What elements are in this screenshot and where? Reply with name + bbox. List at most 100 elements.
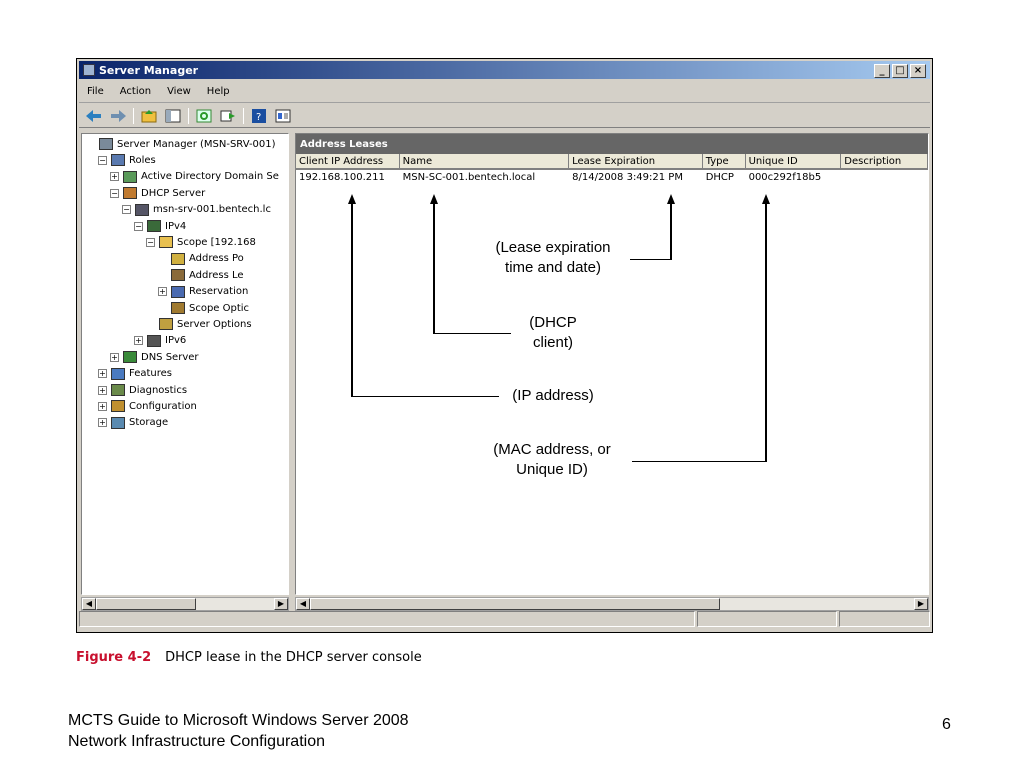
tree-item[interactable]: Scope Optic (158, 300, 249, 316)
scope-options-icon (171, 302, 185, 314)
client-callout-line2: client) (532, 334, 573, 351)
menu-view[interactable]: View (159, 86, 199, 97)
address-pool-icon (171, 252, 185, 265)
expand-icon[interactable]: + (98, 369, 107, 379)
forward-arrow-icon[interactable] (109, 108, 127, 124)
collapse-icon[interactable]: − (98, 155, 107, 165)
scroll-thumb[interactable] (310, 598, 720, 610)
tree-item[interactable]: − msn-srv-001.bentech.lc (122, 202, 271, 218)
tree-item[interactable]: − DHCP Server (110, 185, 205, 201)
tree-item-label: Active Directory Domain Se (141, 171, 279, 183)
scroll-right-button[interactable]: ▶ (274, 598, 288, 610)
minimize-button[interactable]: _ (874, 64, 890, 78)
tree-item-label: Storage (129, 417, 169, 429)
tree-item[interactable]: − Roles (98, 152, 156, 168)
table-row[interactable]: 192.168.100.211 MSN-SC-001.bentech.local… (296, 170, 928, 186)
tree-item[interactable]: + Reservation (158, 284, 248, 300)
storage-icon (111, 416, 125, 429)
status-panel-3 (839, 611, 930, 627)
tree-item[interactable]: Address Le (158, 267, 244, 283)
tree-item[interactable]: − IPv4 (134, 218, 186, 234)
tree-item[interactable]: + Configuration (98, 398, 197, 414)
tree-item[interactable]: + DNS Server (110, 349, 199, 365)
column-type[interactable]: Type (702, 154, 746, 169)
export-icon[interactable] (219, 108, 237, 124)
tree-item-label: Features (129, 368, 172, 380)
client-pointer-horizontal (433, 333, 511, 334)
column-headers: Client IP Address Name Lease Expiration … (296, 154, 928, 170)
console-tree: Server Manager (MSN-SRV-001) − Roles + Activ… (81, 133, 289, 595)
maximize-button[interactable]: □ (892, 64, 908, 78)
expand-icon[interactable]: + (98, 401, 107, 411)
cell-description (841, 170, 928, 186)
lease-arrowhead (667, 194, 675, 204)
mac-pointer-vertical (765, 204, 767, 462)
page-number: 6 (942, 716, 951, 733)
mac-arrowhead (762, 194, 770, 204)
footer-line1: MCTS Guide to Microsoft Windows Server 2… (68, 712, 409, 729)
tree-item[interactable]: Server Options (146, 316, 252, 332)
expand-icon[interactable]: + (158, 287, 167, 297)
menu-action[interactable]: Action (112, 86, 159, 97)
column-name[interactable]: Name (399, 154, 570, 169)
details-horizontal-scrollbar[interactable]: ◀ ▶ (295, 597, 929, 611)
menu-file[interactable]: File (79, 86, 112, 97)
client-pointer-vertical (433, 204, 435, 334)
properties-icon[interactable] (274, 108, 292, 124)
column-lease-expiration[interactable]: Lease Expiration (569, 154, 703, 169)
tree-item-label: Scope [192.168 (177, 236, 256, 248)
back-arrow-icon[interactable] (85, 108, 103, 124)
refresh-icon[interactable] (195, 108, 213, 124)
close-button[interactable]: × (910, 64, 926, 78)
menu-help[interactable]: Help (199, 86, 238, 97)
tree-item[interactable]: − Scope [192.168 (146, 234, 256, 250)
status-bar (79, 611, 930, 629)
tree-horizontal-scrollbar[interactable]: ◀ ▶ (81, 597, 289, 611)
tree-item[interactable]: + Features (98, 366, 172, 382)
help-icon[interactable]: ? (250, 108, 268, 124)
tree-item-label: Roles (129, 154, 156, 166)
lease-pointer-horizontal (630, 259, 672, 260)
server-node-icon (135, 203, 149, 216)
tree-item[interactable]: + Storage (98, 415, 168, 431)
dhcp-icon (123, 187, 137, 200)
ip-callout: (IP address) (503, 386, 603, 406)
collapse-icon[interactable]: − (122, 205, 131, 215)
details-pane: Address Leases Client IP Address Name Le… (295, 133, 929, 595)
title-bar[interactable]: Server Manager _ □ × (79, 61, 930, 79)
expand-icon[interactable]: + (134, 336, 143, 346)
toolbar-separator (243, 107, 244, 124)
ad-icon (123, 170, 137, 183)
footer-line2: Network Infrastructure Configuration (68, 733, 325, 750)
tree-item-label: DNS Server (141, 351, 199, 363)
expand-icon[interactable]: + (98, 418, 107, 428)
lease-callout-line1: (Lease expiration (495, 239, 611, 256)
collapse-icon[interactable]: − (134, 221, 143, 231)
tree-item[interactable]: Server Manager (MSN-SRV-001) (86, 136, 276, 152)
slide-footer: MCTS Guide to Microsoft Windows Server 2… (68, 710, 409, 752)
tree-item[interactable]: + IPv6 (134, 333, 186, 349)
ip-pointer-vertical (351, 204, 353, 397)
scroll-left-button[interactable]: ◀ (82, 598, 96, 610)
expand-icon[interactable]: + (110, 352, 119, 362)
collapse-icon[interactable]: − (110, 188, 119, 198)
tree-item-label: Address Le (189, 269, 244, 281)
cell-lease-expiration: 8/14/2008 3:49:21 PM (572, 172, 683, 183)
scroll-right-button[interactable]: ▶ (914, 598, 928, 610)
folder-up-icon[interactable] (140, 108, 158, 124)
show-hide-tree-icon[interactable] (164, 108, 182, 124)
column-client-ip[interactable]: Client IP Address (296, 154, 400, 169)
collapse-icon[interactable]: − (146, 237, 155, 247)
tree-item[interactable]: + Diagnostics (98, 382, 187, 398)
column-description[interactable]: Description (841, 154, 928, 169)
column-unique-id[interactable]: Unique ID (745, 154, 842, 169)
scroll-left-button[interactable]: ◀ (296, 598, 310, 610)
toolbar-separator (133, 107, 134, 124)
expand-icon[interactable]: + (98, 385, 107, 395)
tree-item[interactable]: Address Po (158, 251, 244, 267)
mac-callout-line1: (MAC address, or (493, 441, 611, 458)
tree-item[interactable]: + Active Directory Domain Se (110, 169, 279, 185)
menu-bar: File Action View Help (79, 81, 930, 103)
scroll-thumb[interactable] (96, 598, 196, 610)
expand-icon[interactable]: + (110, 172, 119, 182)
